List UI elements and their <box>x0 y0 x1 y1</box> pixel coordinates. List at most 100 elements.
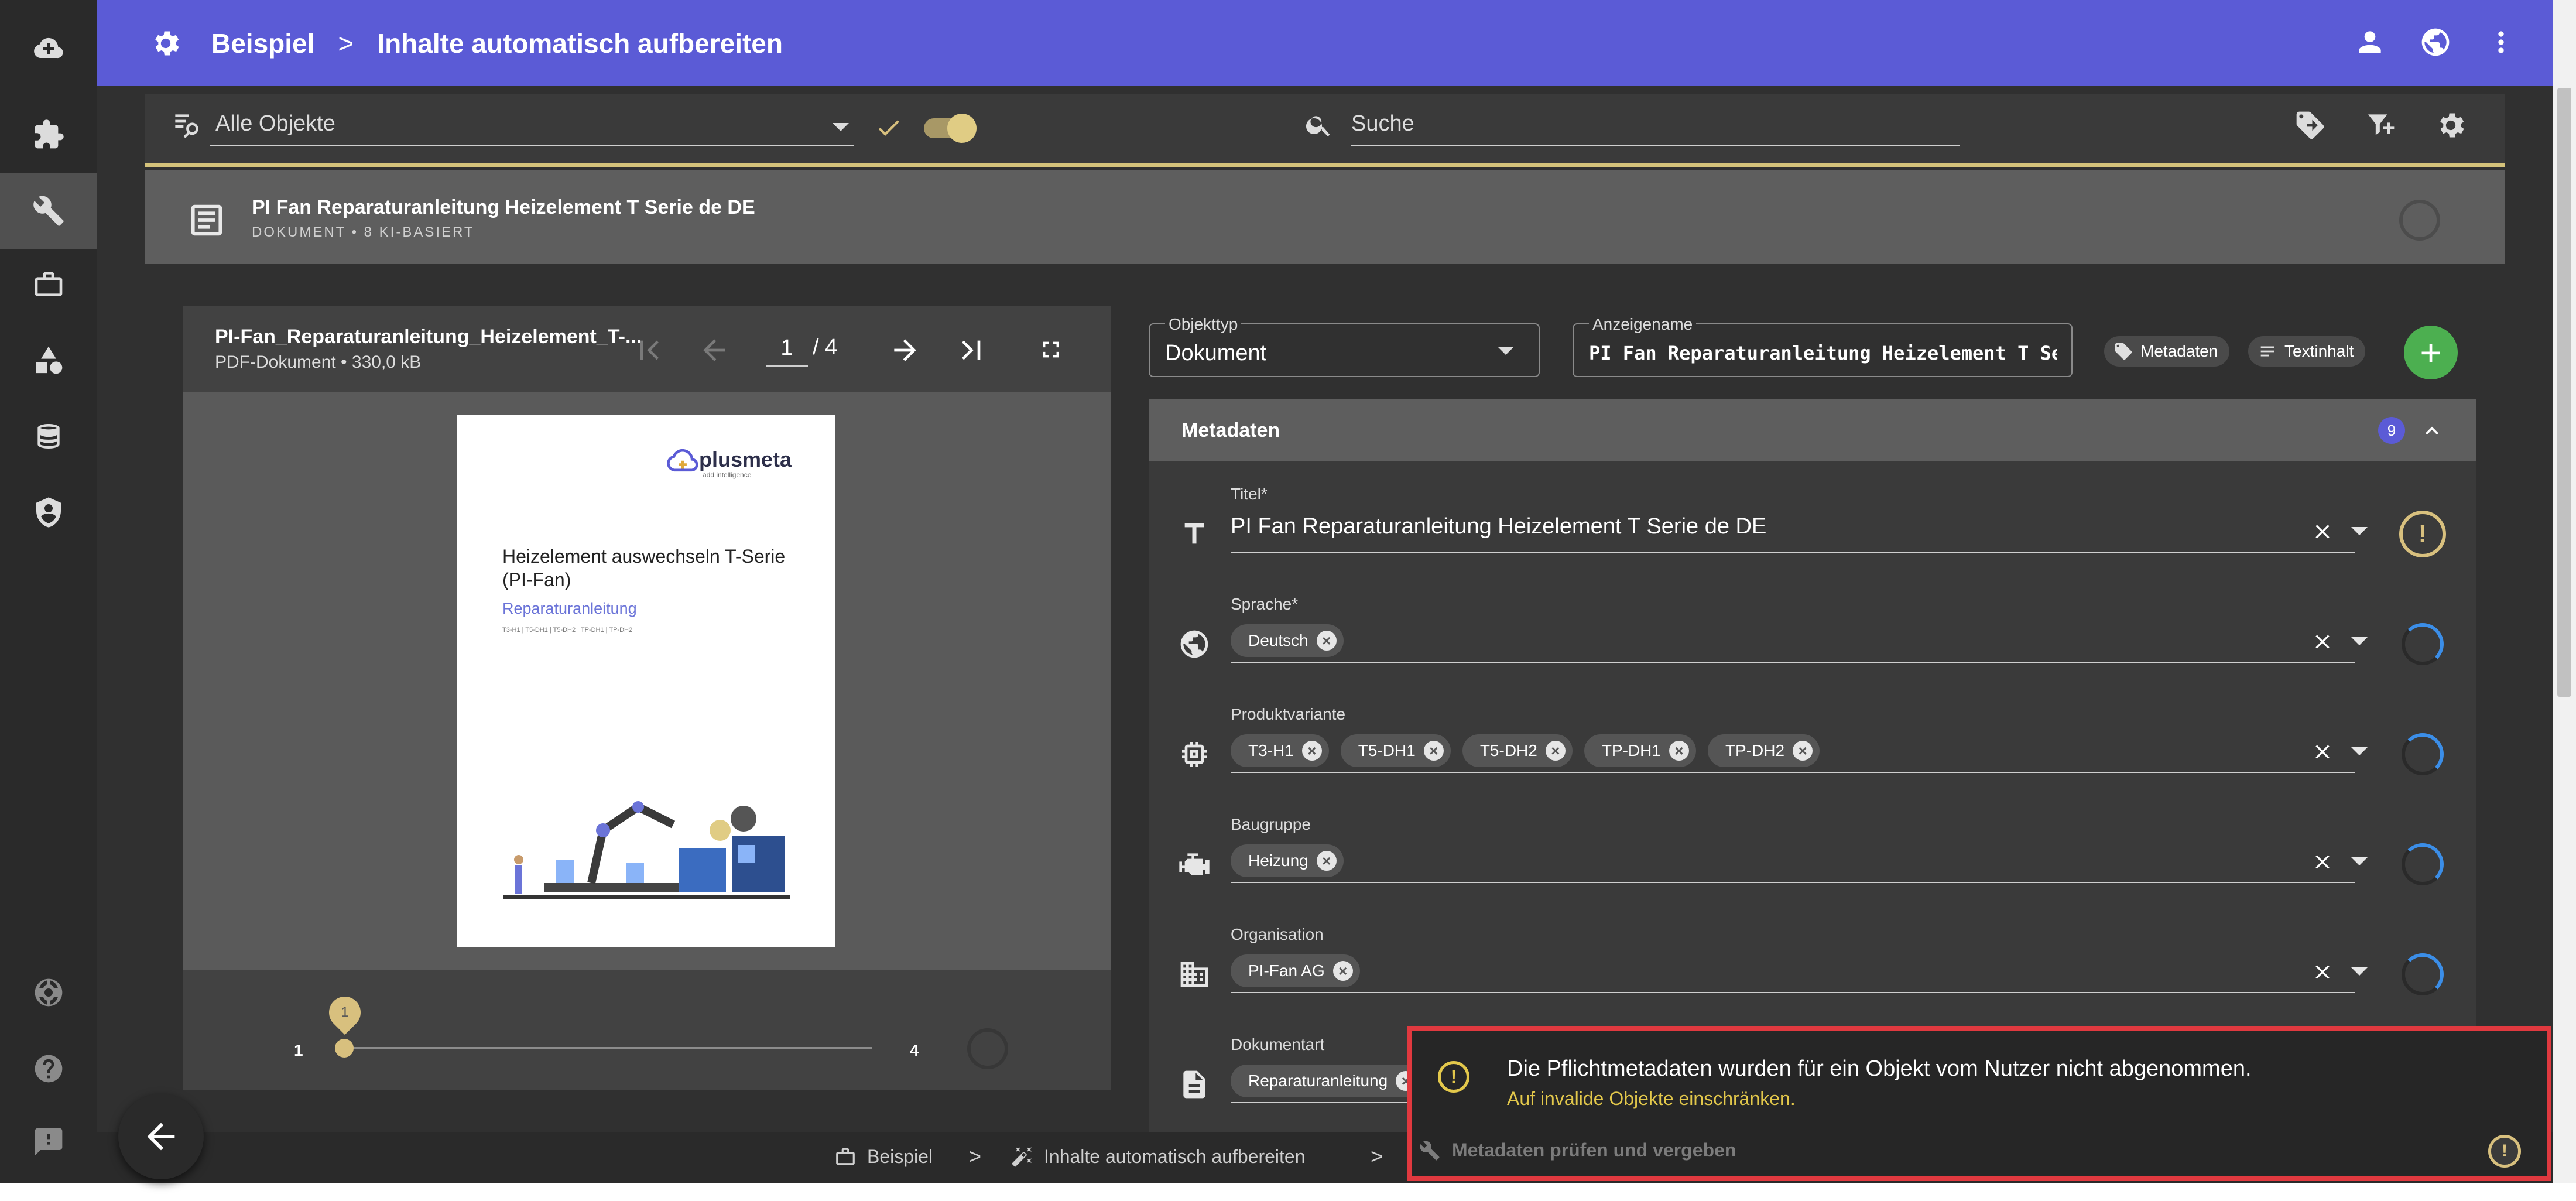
metadata-panel-header[interactable]: Metadaten 9 <box>1149 399 2476 461</box>
tag-arrow-icon[interactable] <box>2294 109 2327 142</box>
chevron-down-icon[interactable] <box>2351 637 2368 645</box>
app-root: Beispiel > Inhalte automatisch aufbereit… <box>0 0 2576 1201</box>
assembly-label: Baugruppe <box>1231 815 1311 833</box>
account-icon[interactable] <box>2354 26 2386 59</box>
bottom-crumb-project[interactable]: Beispiel <box>834 1145 933 1168</box>
scrollbar-thumb[interactable] <box>2557 88 2571 697</box>
page-slider-knob[interactable] <box>335 1039 354 1058</box>
document-type-chip[interactable]: Reparaturanleitung × <box>1231 1065 1423 1097</box>
rail-shapes[interactable] <box>0 322 97 398</box>
rail-database[interactable] <box>0 398 97 474</box>
object-type-select[interactable]: Objekttyp Dokument <box>1149 315 1540 377</box>
chevron-down-icon[interactable] <box>2351 527 2368 535</box>
bottom-crumb-separator: > <box>1371 1144 1383 1168</box>
rail-plugins[interactable] <box>0 97 97 173</box>
help-icon <box>35 1055 62 1083</box>
rail-support[interactable] <box>0 954 97 1031</box>
last-page-icon[interactable] <box>954 334 987 367</box>
shield-user-icon <box>36 497 61 528</box>
assembly-chip[interactable]: Heizung × <box>1231 844 1344 877</box>
pdf-page-subtitle: Reparaturanleitung <box>502 600 637 617</box>
chip-remove-icon[interactable]: × <box>1669 741 1689 761</box>
search-icon <box>1306 116 1330 136</box>
clear-icon[interactable] <box>2311 630 2334 653</box>
product-variant-label: Produktvariante <box>1231 705 1346 723</box>
textcontent-chip-button[interactable]: Textinhalt <box>2248 336 2366 367</box>
display-name-field[interactable]: Anzeigename PI Fan Reparaturanleitung He… <box>1573 315 2073 377</box>
chevron-down-icon[interactable] <box>2351 857 2368 865</box>
gear-icon[interactable] <box>149 27 182 60</box>
clear-icon[interactable] <box>2311 850 2334 874</box>
chip-remove-icon[interactable]: × <box>1316 851 1337 871</box>
rail-projects[interactable] <box>0 246 97 322</box>
previous-page-icon[interactable] <box>698 334 731 367</box>
chevron-down-icon[interactable] <box>2351 747 2368 755</box>
chip-remove-icon[interactable]: × <box>1545 741 1566 761</box>
document-header[interactable]: PI Fan Reparaturanleitung Heizelement T … <box>145 170 2505 264</box>
rail-help[interactable] <box>0 1031 97 1107</box>
chevron-down-icon[interactable] <box>2351 967 2368 976</box>
clear-icon[interactable] <box>2311 960 2334 984</box>
back-button[interactable] <box>118 1094 204 1179</box>
settings-gear-icon[interactable] <box>2434 109 2467 142</box>
variant-chip[interactable]: TP-DH1 × <box>1584 734 1696 767</box>
more-vertical-icon[interactable] <box>2485 26 2517 59</box>
filter-plus-icon[interactable] <box>2364 109 2397 142</box>
check-icon[interactable] <box>875 114 903 142</box>
metadata-row-title: Titel* PI Fan Reparaturanleitung Heizele… <box>1149 461 2476 572</box>
assembly-input[interactable]: Heizung × <box>1231 834 2355 883</box>
rail-admin[interactable] <box>0 474 97 550</box>
bottom-crumb-step[interactable]: Inhalte automatisch aufbereiten <box>1011 1145 1306 1168</box>
pdf-page-preview[interactable]: plusmeta add intelligence Heizelement au… <box>457 415 835 947</box>
chip-remove-icon[interactable]: × <box>1793 741 1813 761</box>
file-document-icon <box>1183 1070 1205 1099</box>
object-filter-select[interactable]: Alle Objekte <box>210 105 854 146</box>
metadata-chip-button[interactable]: Metadaten <box>2104 336 2230 367</box>
variant-chip[interactable]: TP-DH2 × <box>1707 734 1820 767</box>
first-page-icon[interactable] <box>633 334 666 367</box>
pdf-page-title: Heizelement auswechseln T-Serie (PI-Fan) <box>502 546 786 590</box>
rail-tools[interactable] <box>0 173 97 249</box>
fullscreen-icon[interactable] <box>1037 336 1064 363</box>
add-button[interactable]: + <box>2404 326 2458 379</box>
organisation-chip[interactable]: PI-Fan AG × <box>1231 954 1360 987</box>
toast-filter-link[interactable]: Auf invalide Objekte einschränken. <box>1507 1088 1796 1110</box>
chip-remove-icon[interactable]: × <box>1316 631 1337 651</box>
chip-remove-icon[interactable]: × <box>1423 741 1444 761</box>
language-input[interactable]: Deutsch × <box>1231 614 2355 663</box>
language-chip[interactable]: Deutsch × <box>1231 624 1344 657</box>
chip-label: T3-H1 <box>1248 741 1294 759</box>
variant-chip[interactable]: T5-DH1 × <box>1340 734 1451 767</box>
title-input[interactable]: PI Fan Reparaturanleitung Heizelement T … <box>1231 504 2355 553</box>
chevron-down-icon <box>833 123 849 131</box>
viewer-status-ring <box>967 1028 1008 1069</box>
filter-toggle-knob[interactable] <box>947 114 977 143</box>
window-bottom-edge <box>0 1183 2576 1201</box>
breadcrumb-project[interactable]: Beispiel <box>211 28 314 59</box>
search-input[interactable]: Suche <box>1351 105 1960 146</box>
product-variant-input[interactable]: T3-H1 × T5-DH1 × T5-DH2 × TP-DH1 × TP-DH2 × <box>1231 724 2355 773</box>
page-scrollbar[interactable] <box>2553 0 2576 1183</box>
clear-icon[interactable] <box>2311 520 2334 543</box>
chevron-up-icon[interactable] <box>2419 418 2445 444</box>
bottom-crumb-current[interactable]: Metadaten prüfen und vergeben <box>1419 1140 1736 1161</box>
chevron-down-icon <box>1498 347 1514 355</box>
shapes-icon <box>36 346 62 374</box>
pdf-viewer: PI-Fan_Reparaturanleitung_Heizelement_T-… <box>183 306 1111 1090</box>
left-rail <box>0 0 97 1183</box>
variant-chip[interactable]: T5-DH2 × <box>1462 734 1573 767</box>
rail-logo[interactable] <box>0 12 97 88</box>
next-page-icon[interactable] <box>889 334 922 367</box>
warning-status-icon[interactable]: ! <box>2399 511 2446 557</box>
rail-feedback[interactable] <box>0 1104 97 1180</box>
current-page-input[interactable]: 1 <box>766 329 808 367</box>
variant-chip[interactable]: T3-H1 × <box>1231 734 1329 767</box>
organisation-input[interactable]: PI-Fan AG × <box>1231 944 2355 993</box>
page-slider-track[interactable] <box>345 1047 872 1049</box>
metadata-row-language: Sprache* Deutsch × <box>1149 572 2476 682</box>
status-warning-icon[interactable]: ! <box>2488 1135 2521 1168</box>
clear-icon[interactable] <box>2311 740 2334 764</box>
chip-remove-icon[interactable]: × <box>1301 741 1322 761</box>
chip-remove-icon[interactable]: × <box>1332 961 1353 981</box>
globe-icon[interactable] <box>2419 26 2452 59</box>
